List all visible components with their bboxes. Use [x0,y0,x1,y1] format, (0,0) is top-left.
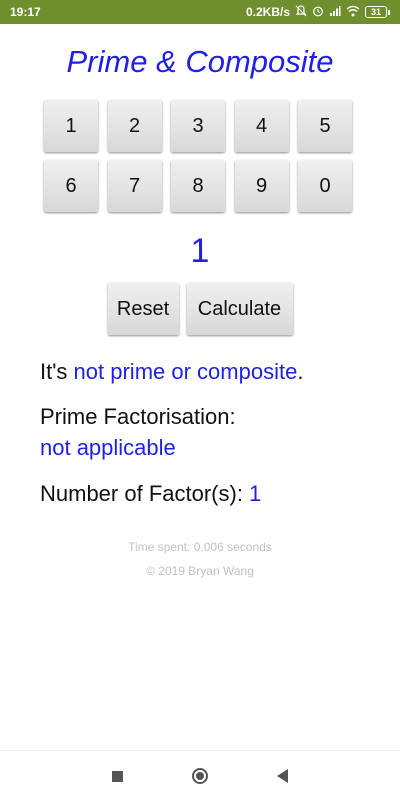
prime-factorisation-value: not applicable [40,435,176,460]
entered-number-display: 1 [190,232,210,270]
alarm-icon [312,5,324,20]
result-text: It's not prime or composite. [40,359,303,385]
battery-level: 31 [365,6,387,18]
number-keypad: 1 2 3 4 5 6 7 8 9 0 [44,100,356,212]
action-buttons: Reset Calculate [0,283,400,335]
back-triangle-icon[interactable] [271,765,293,787]
status-time: 19:17 [10,5,41,19]
app-title: Prime & Composite [66,44,334,79]
battery-tip [388,9,390,15]
copyright-text: © 2019 Bryan Wang [146,564,254,578]
result-value: not prime or composite [73,359,298,384]
recents-square-icon[interactable] [106,765,128,787]
key-7[interactable]: 7 [107,160,162,212]
status-icons: 0.2KB/s 31 [245,4,390,20]
key-0[interactable]: 0 [298,160,352,212]
key-1[interactable]: 1 [44,100,98,152]
navigation-bar [0,750,400,800]
key-8[interactable]: 8 [171,160,225,212]
network-speed: 0.2KB/s [245,5,290,19]
battery-icon: 31 [365,6,390,18]
key-5[interactable]: 5 [298,100,352,152]
key-2[interactable]: 2 [107,100,162,152]
calculate-button[interactable]: Calculate [186,283,293,335]
result-prefix: It's [40,359,74,384]
mute-icon [295,4,307,20]
time-spent-text: Time spent: 0.006 seconds [128,540,272,554]
app-screen: 19:17 0.2KB/s 31 Prime & Composite 1 2 3… [0,0,400,800]
signal-icon [329,5,341,20]
key-9[interactable]: 9 [234,160,289,212]
result-suffix: . [297,359,304,384]
prime-factorisation-label: Prime Factorisation: [40,404,236,429]
home-circle-icon[interactable] [189,765,211,787]
wifi-icon [346,5,360,20]
status-bar: 19:17 0.2KB/s 31 [0,0,400,24]
factor-count-label: Number of Factor(s): [40,481,250,506]
reset-button[interactable]: Reset [107,283,179,335]
key-3[interactable]: 3 [171,100,225,152]
key-4[interactable]: 4 [234,100,289,152]
key-6[interactable]: 6 [44,160,98,212]
factor-count: Number of Factor(s): 1 [40,481,261,507]
factor-count-value: 1 [249,481,262,506]
